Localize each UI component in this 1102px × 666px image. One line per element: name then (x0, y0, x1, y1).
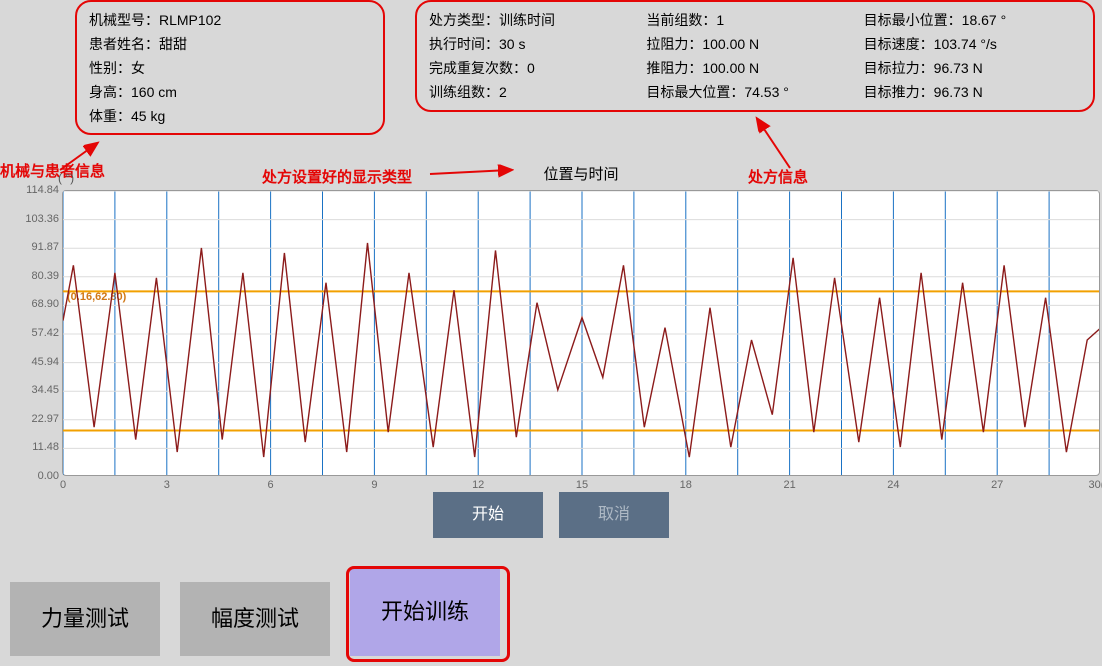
y-tick-label: 22.97 (9, 413, 59, 425)
y-tick-label: 68.90 (9, 298, 59, 310)
prescription-info-box: 处方类型：训练时间执行时间：30 s完成重复次数：0训练组数：2 当前组数：1拉… (415, 0, 1095, 112)
x-tick-label: 24 (873, 479, 913, 491)
y-tick-label: 103.36 (9, 213, 59, 225)
x-tick-label: 30(s) (1081, 479, 1102, 491)
chart-panel: 位置与时间 ( °) (0.16,62.80) 0.0011.4822.9734… (62, 190, 1100, 476)
rx-row: 完成重复次数：0 (429, 56, 646, 80)
y-tick-label: 57.42 (9, 327, 59, 339)
x-tick-label: 12 (458, 479, 498, 491)
x-tick-label: 21 (770, 479, 810, 491)
rx-row: 目标最小位置：18.67 ° (864, 8, 1081, 32)
tab-range-test[interactable]: 幅度测试 (180, 582, 330, 656)
patient-row: 机械型号：RLMP102 (89, 8, 371, 32)
patient-row: 身高：160 cm (89, 80, 371, 104)
tab-row: 力量测试 幅度测试 开始训练 (10, 568, 500, 656)
rx-row: 目标速度：103.74 °/s (864, 32, 1081, 56)
y-axis-unit: ( °) (58, 171, 74, 185)
y-tick-label: 114.84 (9, 184, 59, 196)
chart-title: 位置与时间 (63, 163, 1099, 184)
info-bar: 机械型号：RLMP102患者姓名：甜甜性别：女身高：160 cm体重：45 kg… (0, 0, 1102, 140)
y-tick-label: 80.39 (9, 270, 59, 282)
rx-row: 执行时间：30 s (429, 32, 646, 56)
x-tick-label: 9 (354, 479, 394, 491)
patient-row: 体重：45 kg (89, 104, 371, 128)
x-tick-label: 0 (43, 479, 83, 491)
y-tick-label: 11.48 (9, 441, 59, 453)
start-button[interactable]: 开始 (433, 492, 543, 538)
action-button-row: 开始 取消 (0, 492, 1102, 538)
rx-row: 拉阻力：100.00 N (646, 32, 863, 56)
rx-row: 推阻力：100.00 N (646, 56, 863, 80)
y-tick-label: 91.87 (9, 241, 59, 253)
patient-info-box: 机械型号：RLMP102患者姓名：甜甜性别：女身高：160 cm体重：45 kg (75, 0, 385, 135)
x-tick-label: 27 (977, 479, 1017, 491)
patient-row: 患者姓名：甜甜 (89, 32, 371, 56)
patient-row: 性别：女 (89, 56, 371, 80)
y-tick-label: 45.94 (9, 356, 59, 368)
x-tick-label: 6 (251, 479, 291, 491)
x-tick-label: 3 (147, 479, 187, 491)
rx-row: 训练组数：2 (429, 80, 646, 104)
tab-force-test[interactable]: 力量测试 (10, 582, 160, 656)
rx-row: 目标最大位置：74.53 ° (646, 80, 863, 104)
tab-start-train[interactable]: 开始训练 (350, 568, 500, 656)
cancel-button: 取消 (559, 492, 669, 538)
rx-row: 目标推力：96.73 N (864, 80, 1081, 104)
x-tick-label: 15 (562, 479, 602, 491)
rx-row: 处方类型：训练时间 (429, 8, 646, 32)
rx-row: 目标拉力：96.73 N (864, 56, 1081, 80)
rx-row: 当前组数：1 (646, 8, 863, 32)
x-tick-label: 18 (666, 479, 706, 491)
y-tick-label: 34.45 (9, 384, 59, 396)
